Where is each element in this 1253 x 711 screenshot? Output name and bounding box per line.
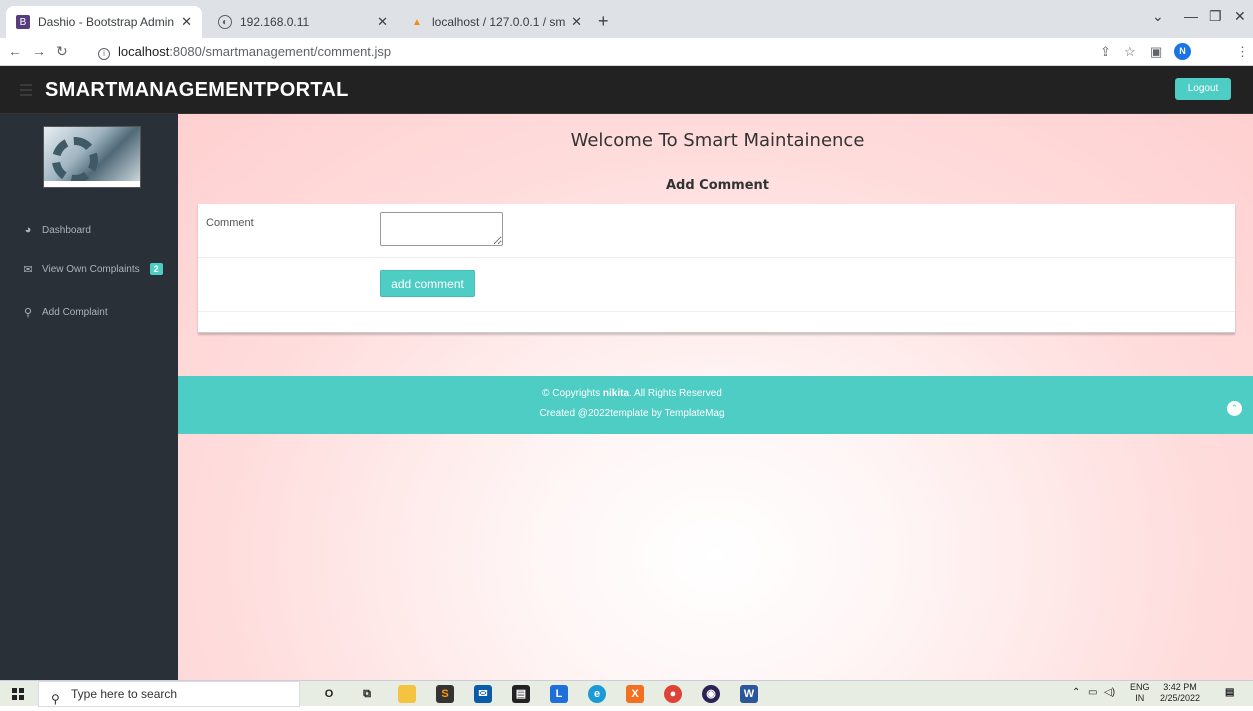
search-placeholder: Type here to search [71, 687, 178, 701]
tab-search-icon[interactable]: ⌄ [1152, 8, 1164, 25]
site-footer: © Copyrights nikita. All Rights Reserved… [178, 376, 1253, 434]
address-bar: ← → ↻ i localhost:8080/smartmanagement/co… [0, 38, 1253, 66]
url-field[interactable]: i localhost:8080/smartmanagement/comment.… [98, 44, 391, 60]
phpmyadmin-icon: ▲ [412, 16, 422, 28]
url-path: :8080/smartmanagement/comment.jsp [169, 44, 392, 59]
globe-icon: ◐ [218, 15, 232, 29]
form-row-comment: Comment [198, 204, 1235, 258]
dashboard-icon: ◕ [24, 224, 32, 236]
file-explorer-icon[interactable] [398, 685, 416, 703]
cortana-icon[interactable]: O [320, 685, 338, 703]
site-info-icon[interactable]: i [98, 48, 110, 60]
close-tab-icon[interactable]: ✕ [377, 14, 388, 30]
bootstrap-favicon-icon: B [16, 15, 30, 29]
mail-icon[interactable]: ✉ [474, 685, 492, 703]
window-close-icon[interactable]: ✕ [1234, 8, 1246, 25]
menu-kebab-icon[interactable]: ⋮ [1236, 44, 1249, 60]
close-tab-icon[interactable]: ✕ [181, 14, 192, 30]
taskbar-clock[interactable]: 3:42 PM 2/25/2022 [1160, 682, 1200, 704]
brand-logo-text[interactable]: SMARTMANAGEMENTPORTAL [45, 79, 349, 102]
add-comment-button[interactable]: add comment [380, 270, 475, 297]
app-header: SMARTMANAGEMENTPORTAL Logout [0, 66, 1253, 114]
sublime-text-icon[interactable]: S [436, 685, 454, 703]
complaints-count-badge: 2 [149, 263, 163, 275]
bookmark-star-icon[interactable]: ☆ [1124, 44, 1136, 60]
browser-tab-ip[interactable]: ◐ 192.168.0.11 ✕ [208, 6, 398, 38]
comment-label: Comment [206, 217, 254, 229]
envelope-icon: ✉ [23, 263, 33, 276]
forward-icon[interactable]: → [32, 43, 46, 59]
form-heading: Add Comment [665, 178, 770, 193]
browser-tab-phpmyadmin[interactable]: ▲ localhost / 127.0.0.1 / smart / reg ✕ [400, 6, 592, 38]
task-view-icon[interactable]: ⧉ [358, 685, 376, 703]
comment-form-panel: Comment add comment [198, 204, 1235, 333]
tab-title: 192.168.0.11 [240, 15, 310, 29]
windows-start-icon[interactable] [12, 688, 24, 700]
xampp-icon[interactable]: X [626, 685, 644, 703]
sidebar-item-dashboard[interactable]: ◕ Dashboard [22, 224, 91, 236]
comment-textarea[interactable] [380, 212, 503, 246]
language-indicator[interactable]: ENG IN [1130, 682, 1150, 704]
taskbar-search-input[interactable]: ⚲ Type here to search [38, 681, 300, 707]
tab-title: Dashio - Bootstrap Admin Templ [38, 15, 175, 29]
credits-text: Created @2022template by TemplateMag [539, 408, 725, 419]
search-icon: ⚲ [51, 692, 60, 706]
app-l-icon[interactable]: L [550, 685, 568, 703]
browser-tab-dashio[interactable]: B Dashio - Bootstrap Admin Templ ✕ [6, 6, 202, 38]
share-icon[interactable]: ⇪ [1100, 44, 1111, 60]
page-title: Welcome To Smart Maintainence [570, 130, 865, 151]
chrome-icon[interactable]: ● [664, 685, 682, 703]
sidebar-toggle-icon[interactable] [20, 84, 32, 99]
sidebar-item-label: View Own Complaints [42, 263, 140, 275]
copyright-name: nikita [602, 388, 630, 399]
sidebar-item-label: Add Complaint [42, 306, 108, 318]
sidebar-item-add-complaint[interactable]: ⚲ Add Complaint [22, 306, 108, 319]
sidebar-item-label: Dashboard [42, 224, 91, 236]
form-row-submit: add comment [198, 258, 1235, 312]
sidebar-item-view-own-complaints[interactable]: ✉ View Own Complaints 2 [22, 263, 163, 276]
profile-logo-image [43, 126, 141, 188]
url-host: localhost [118, 44, 170, 59]
logout-button[interactable]: Logout [1175, 78, 1231, 100]
copyright-text: © Copyrights nikita. All Rights Reserved [542, 388, 722, 399]
back-icon[interactable]: ← [8, 43, 22, 59]
tray-chevron-icon[interactable]: ⌃ [1072, 687, 1080, 698]
new-tab-icon[interactable]: + [598, 11, 609, 32]
minimize-icon[interactable]: — [1184, 8, 1198, 24]
side-panel-icon[interactable]: ▣ [1150, 44, 1162, 60]
reload-icon[interactable]: ↻ [56, 43, 68, 60]
notification-center-icon[interactable]: ▤ [1225, 687, 1234, 698]
map-marker-icon: ⚲ [23, 306, 33, 319]
edge-icon[interactable]: e [588, 685, 606, 703]
main-content: Welcome To Smart Maintainence Add Commen… [178, 114, 1253, 680]
battery-icon[interactable]: ▭ [1088, 687, 1097, 698]
gear-icon [52, 137, 98, 183]
browser-tab-bar: B Dashio - Bootstrap Admin Templ ✕ ◐ 192… [0, 0, 1253, 38]
profile-avatar[interactable]: N [1174, 43, 1191, 60]
windows-taskbar: ⚲ Type here to search O ⧉ S ✉ ▤ L e X ● … [0, 680, 1253, 707]
close-tab-icon[interactable]: ✕ [571, 14, 582, 30]
volume-icon[interactable]: ◁) [1104, 687, 1115, 698]
eclipse-icon[interactable]: ◉ [702, 685, 720, 703]
tab-title: localhost / 127.0.0.1 / smart / reg [432, 15, 566, 29]
maximize-icon[interactable]: ❐ [1209, 8, 1222, 25]
scroll-to-top-icon[interactable]: ⌃ [1227, 401, 1242, 416]
app-root: SMARTMANAGEMENTPORTAL Logout ◕ Dashboard… [0, 66, 1253, 680]
store-icon[interactable]: ▤ [512, 685, 530, 703]
sidebar: ◕ Dashboard ✉ View Own Complaints 2 ⚲ Ad… [0, 114, 178, 680]
word-icon[interactable]: W [740, 685, 758, 703]
